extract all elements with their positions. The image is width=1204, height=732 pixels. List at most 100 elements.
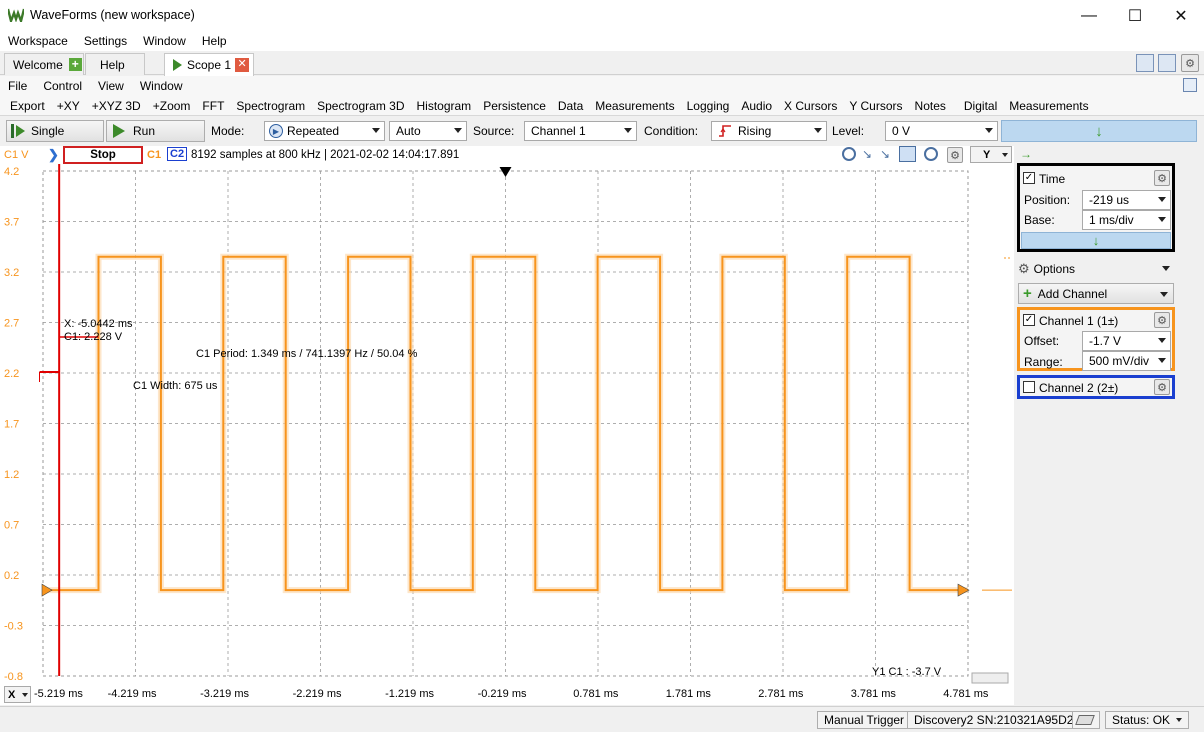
position-input[interactable]: -219 us [1082, 190, 1171, 210]
bottom-status-bar: Manual Trigger Discovery2 SN:210321A95D2… [0, 706, 1204, 732]
time-collapse-button[interactable]: ↓ [1021, 232, 1171, 249]
scope-menu-window[interactable]: Window [132, 79, 191, 93]
tool-spectrogram-3d[interactable]: Spectrogram 3D [311, 99, 410, 113]
time-checkbox[interactable]: ✓ [1023, 172, 1035, 184]
close-tab-icon[interactable]: ✕ [235, 58, 250, 72]
c2-badge[interactable]: C2 [167, 147, 188, 161]
collapse-toolbar-button[interactable]: ↓ [1001, 120, 1197, 142]
cursor-c1-readout: C1: 2.228 V [64, 331, 123, 343]
tool-xyz-3d[interactable]: +XYZ 3D [86, 99, 147, 113]
condition-select[interactable]: Rising [711, 121, 827, 141]
source-select[interactable]: Channel 1 [524, 121, 637, 141]
base-value: 1 ms/div [1089, 213, 1134, 227]
y-axis-select[interactable]: Y [970, 146, 1012, 163]
menu-workspace[interactable]: Workspace [0, 34, 76, 48]
run-button[interactable]: Run [106, 120, 205, 142]
channel-1-gear-icon[interactable]: ⚙ [1154, 312, 1170, 328]
manual-trigger-button[interactable]: Manual Trigger [817, 711, 912, 729]
settings-gear-icon[interactable]: ⚙ [1181, 54, 1199, 72]
add-channel-label: Add Channel [1037, 286, 1108, 301]
y-tick-label: -0.8 [4, 671, 23, 683]
minimize-button[interactable]: — [1066, 0, 1112, 31]
tool-measurements[interactable]: Measurements [589, 99, 680, 113]
title-bar: WaveForms (new workspace) — ☐ ✕ [0, 0, 1204, 31]
restore-icon[interactable] [1183, 78, 1197, 92]
fit-icon[interactable] [899, 146, 916, 162]
tool-histogram[interactable]: Histogram [411, 99, 478, 113]
tool-export[interactable]: Export [0, 99, 51, 113]
mode-value: Repeated [287, 124, 340, 138]
tool-x-cursors[interactable]: X Cursors [778, 99, 843, 113]
channel-1-checkbox[interactable]: ✓ [1023, 314, 1035, 326]
split-view-icon[interactable] [1158, 54, 1176, 72]
add-icon[interactable]: + [68, 58, 82, 71]
x-tick-label: 4.781 ms [943, 688, 989, 700]
tool-persistence[interactable]: Persistence [477, 99, 552, 113]
tool-xy[interactable]: +XY [51, 99, 86, 113]
offset-value: -1.7 V [1089, 334, 1122, 348]
scope-menu-control[interactable]: Control [35, 79, 90, 93]
scope-menu-file[interactable]: File [0, 79, 35, 93]
tab-scope-label: Scope 1 [187, 58, 232, 72]
tool-measurements-2[interactable]: Measurements [1003, 99, 1094, 113]
tool-fft[interactable]: FFT [196, 99, 230, 113]
tool-notes[interactable]: Notes [909, 99, 952, 113]
expand-icon[interactable]: ❯ [48, 147, 59, 163]
device-label: Discovery2 SN:210321A95D28 [914, 713, 1081, 727]
add-channel-icon: + [1023, 285, 1032, 302]
scope-plot[interactable]: 4.2 3.7 3.2 2.7 2.2 1.7 1.2 0.7 0.2 -0.3 -0.8 X: -… [0, 164, 1014, 685]
cursor-icon[interactable]: ↘ [862, 147, 872, 161]
level-input[interactable]: 0 V [885, 121, 998, 141]
options-row[interactable]: ⚙ Options [1018, 259, 1174, 279]
tab-scope-1[interactable]: Scope 1 ✕ [164, 53, 254, 76]
menu-help[interactable]: Help [194, 34, 235, 48]
add-channel-button[interactable]: + Add Channel [1018, 283, 1174, 304]
y-tick-label: -0.3 [4, 621, 23, 633]
zoom-region-icon[interactable]: ↘ [880, 147, 890, 161]
base-input[interactable]: 1 ms/div [1082, 210, 1171, 230]
c1-badge[interactable]: C1 [147, 149, 161, 161]
tab-help[interactable]: Help [85, 53, 145, 75]
channel-2-gear-icon[interactable]: ⚙ [1154, 379, 1170, 395]
x-axis-select[interactable]: X [4, 686, 31, 703]
status-button[interactable]: Status: OK [1105, 711, 1190, 729]
single-button[interactable]: Single [6, 120, 104, 142]
time-gear-icon[interactable]: ⚙ [1154, 170, 1170, 186]
tab-welcome[interactable]: Welcome + [4, 53, 84, 75]
zoom-icon[interactable] [924, 147, 938, 161]
close-window-button[interactable]: ✕ [1158, 0, 1204, 31]
options-label: Options [1033, 262, 1076, 276]
layout-icon[interactable] [1136, 54, 1154, 72]
panel-scrollbar[interactable] [1180, 163, 1190, 703]
scope-menu-view[interactable]: View [90, 79, 132, 93]
range-input[interactable]: 500 mV/div [1082, 351, 1171, 371]
offset-label: Offset: [1024, 334, 1060, 348]
offset-input[interactable]: -1.7 V [1082, 331, 1171, 351]
tool-spectrogram[interactable]: Spectrogram [230, 99, 311, 113]
tool-audio[interactable]: Audio [735, 99, 778, 113]
tool-data[interactable]: Data [552, 99, 589, 113]
tab-help-label: Help [100, 57, 125, 72]
tool-logging[interactable]: Logging [681, 99, 736, 113]
zoom-in-icon[interactable] [842, 147, 856, 161]
options-gear-icon: ⚙ [1018, 261, 1030, 276]
maximize-button[interactable]: ☐ [1112, 0, 1158, 31]
mode-select[interactable]: ▶ Repeated [264, 121, 385, 141]
tool-zoom[interactable]: +Zoom [147, 99, 197, 113]
channel-2-checkbox[interactable] [1023, 381, 1035, 393]
range-label: Range: [1024, 355, 1063, 369]
menu-window[interactable]: Window [135, 34, 194, 48]
tool-y-cursors[interactable]: Y Cursors [843, 99, 908, 113]
tool-digital[interactable]: Digital [952, 99, 1003, 113]
plot-gear-icon[interactable]: ⚙ [947, 147, 963, 163]
cursor-x-readout: X: -5.0442 ms [64, 318, 133, 330]
panel-arrow-icon[interactable]: → [1020, 147, 1032, 161]
channel-2-label: Channel 2 (2±) [1039, 381, 1119, 395]
x-tick-label: -3.219 ms [200, 688, 250, 700]
device-button[interactable]: Discovery2 SN:210321A95D28 [907, 711, 1088, 729]
menu-settings[interactable]: Settings [76, 34, 135, 48]
scope-plot-canvas[interactable]: 4.2 3.7 3.2 2.7 2.2 1.7 1.2 0.7 0.2 -0.3 -0.8 [0, 164, 1014, 685]
y-tick-label: 1.7 [4, 419, 19, 431]
device-config-button[interactable] [1072, 711, 1100, 729]
trigger-auto-select[interactable]: Auto [389, 121, 467, 141]
